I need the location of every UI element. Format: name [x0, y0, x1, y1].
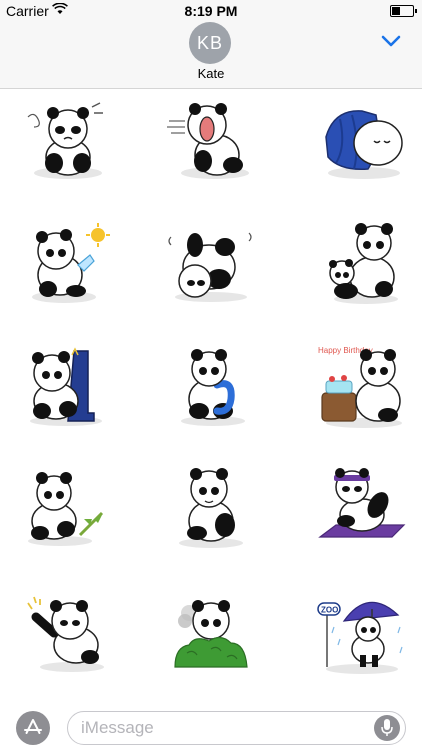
sticker-panda-headstand[interactable]	[165, 219, 257, 311]
zoo-sign-text: ZOO	[321, 606, 338, 615]
panda-sitting-icon	[179, 468, 243, 548]
panda-hot-sun-icon	[32, 223, 110, 303]
compose-bar	[0, 700, 422, 750]
sticker-panda-yoga-mat[interactable]	[316, 463, 408, 555]
message-field[interactable]	[67, 711, 406, 745]
panda-headstand-icon	[168, 232, 252, 302]
microphone-icon	[381, 719, 393, 736]
battery-icon	[390, 5, 417, 17]
panda-birthday-cake-icon: Happy Birthday	[318, 346, 402, 428]
conversation-header: KB Kate	[0, 22, 422, 89]
sticker-panda-boot[interactable]	[20, 341, 112, 433]
sticker-panda-hot-sun[interactable]	[20, 219, 112, 311]
sticker-panda-bamboo[interactable]	[20, 463, 112, 555]
panda-yawning-icon	[167, 103, 249, 179]
panda-waving-icon	[27, 596, 104, 672]
message-input[interactable]	[81, 718, 361, 738]
sticker-panda-bush[interactable]	[165, 587, 257, 679]
chevron-down-icon[interactable]	[380, 33, 402, 49]
panda-yoga-mat-icon	[318, 468, 406, 538]
panda-bush-icon	[174, 600, 248, 668]
sticker-panda-sleeping-bag[interactable]	[316, 97, 408, 189]
sticker-panda-birthday-cake[interactable]: Happy Birthday	[316, 341, 408, 433]
sticker-panda-sitting[interactable]	[165, 463, 257, 555]
microphone-button[interactable]	[374, 715, 400, 741]
panda-boot-icon	[30, 347, 102, 426]
sticker-panda-annoyed[interactable]	[20, 97, 112, 189]
sticker-panda-zoo-umbrella[interactable]: ZOO	[316, 587, 408, 679]
panda-zoo-umbrella-icon: ZOO	[317, 601, 403, 674]
sticker-panda-hugging-baby[interactable]	[316, 219, 408, 311]
sticker-panda-waving[interactable]	[20, 587, 112, 679]
contact-avatar[interactable]: KB	[189, 22, 231, 64]
sticker-panda-blue-scarf[interactable]	[165, 341, 257, 433]
sticker-grid: Happy Birthday ZOO	[0, 89, 422, 699]
sticker-panda-yawning[interactable]	[165, 97, 257, 189]
panda-blue-scarf-icon	[181, 349, 245, 426]
panda-annoyed-icon	[27, 102, 103, 179]
app-store-button[interactable]	[16, 711, 50, 745]
panda-hugging-baby-icon	[329, 223, 398, 304]
panda-sleeping-bag-icon	[325, 110, 403, 179]
status-time: 8:19 PM	[184, 3, 238, 19]
contact-name[interactable]: Kate	[0, 66, 422, 81]
panda-bamboo-icon	[28, 472, 104, 546]
app-store-icon	[24, 719, 42, 734]
status-bar: Carrier 8:19 PM	[0, 0, 422, 22]
